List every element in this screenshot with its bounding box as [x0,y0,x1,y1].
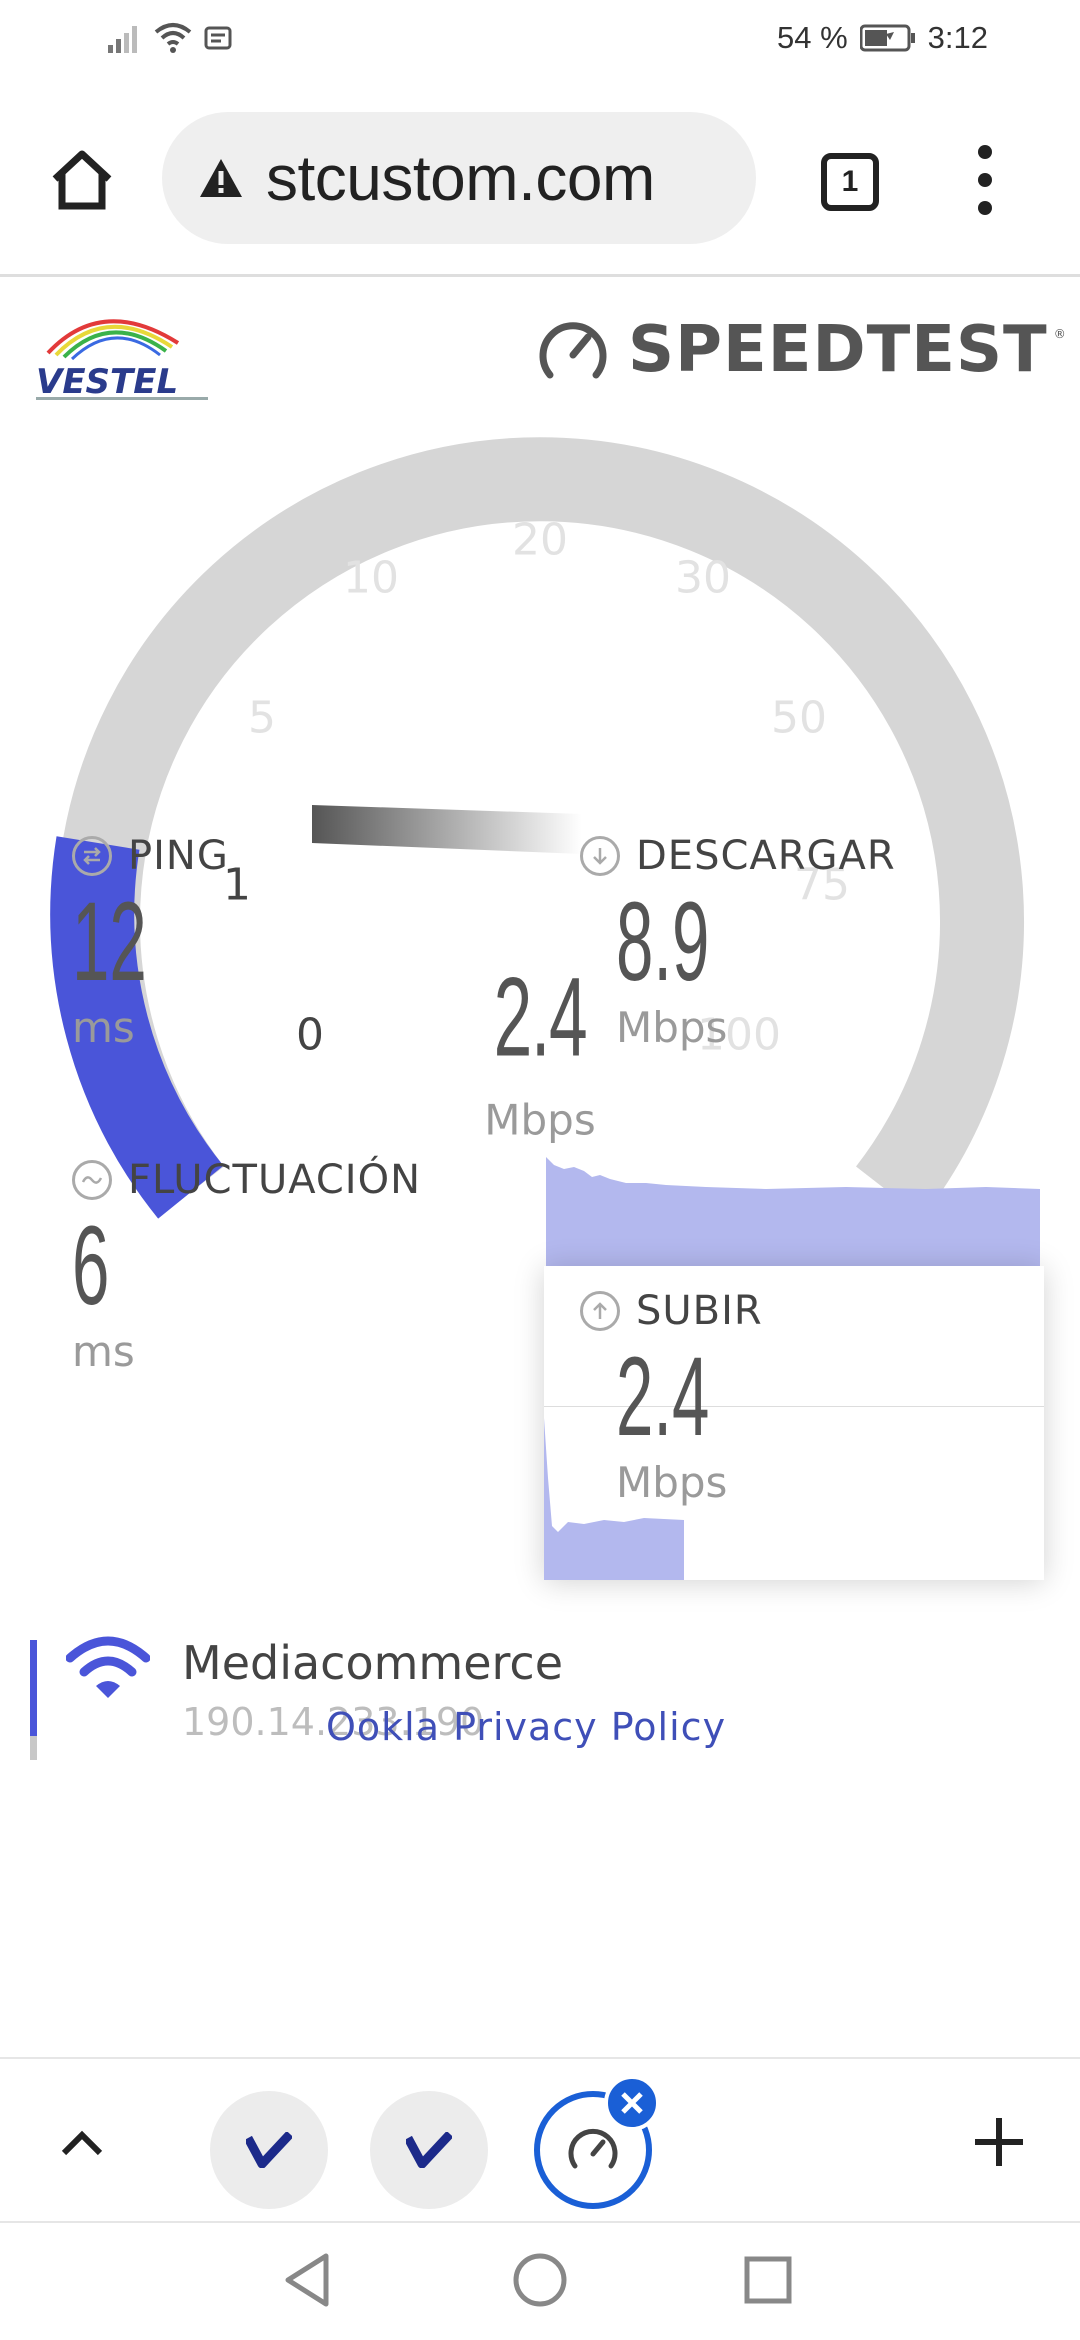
tab-thumbnail-vestel[interactable] [370,2091,488,2209]
jitter-unit: ms [72,1327,135,1376]
overflow-menu-button[interactable] [960,136,1010,224]
status-bar: 54 % 3:12 [0,0,1080,84]
upload-icon [580,1291,620,1331]
menu-dot [978,173,992,187]
registered-mark: ® [1053,327,1066,341]
menu-dot [978,145,992,159]
close-tab-button[interactable] [604,2075,660,2131]
upload-card: SUBIR 2.4 Mbps [544,1266,1044,1580]
privacy-policy-link[interactable]: Ookla Privacy Policy [326,1705,726,1749]
server-accent-bar [30,1640,37,1736]
vestel-favicon-icon [406,2132,452,2168]
address-bar[interactable]: stcustom.com [162,112,756,244]
jitter-icon [72,1160,112,1200]
status-right: 54 % 3:12 [777,20,988,56]
menu-dot [978,201,992,215]
server-bar-gray [30,1736,37,1760]
speedtest-logo: SPEEDTEST ® [536,313,1066,387]
battery-percent: 54 % [776,20,848,55]
speedtest-wordmark: SPEEDTEST [628,313,1048,387]
expand-tabs-button[interactable] [50,2111,114,2175]
ping-metric: PING 12 ms [72,833,229,1052]
gauge-tick-label: 5 [248,692,276,744]
download-title: DESCARGAR [636,833,896,879]
upload-value: 2.4 [616,1334,710,1459]
home-icon [52,150,112,210]
jitter-metric: FLUCTUACIÓN 6 ms [72,1157,421,1376]
system-navigation-bar [0,2223,1080,2340]
back-button[interactable] [272,2245,342,2315]
ping-title: PING [128,833,229,879]
recents-button[interactable] [733,2245,803,2315]
recents-square-icon [744,2256,792,2304]
upload-unit: Mbps [616,1458,728,1507]
download-unit: Mbps [616,1003,728,1052]
notification-icon [204,26,232,50]
chevron-up-icon [61,2130,103,2156]
browser-toolbar: stcustom.com 1 [0,84,1080,274]
gauge-tick-label: 10 [343,552,399,604]
gauge-unit: Mbps [484,1095,596,1145]
jitter-value: 6 [72,1203,110,1328]
close-icon [621,2092,643,2114]
tab-count: 1 [821,153,879,211]
ping-icon [72,836,112,876]
upload-metric: SUBIR 2.4 Mbps [580,1288,772,1507]
plus-icon [975,2118,1023,2166]
tab-strip [0,2057,1080,2223]
home-circle-icon [513,2253,567,2307]
ping-unit: ms [72,1003,135,1052]
download-value: 8.9 [616,879,710,1004]
signal-icon [108,26,137,53]
gauge-tick-label: 50 [771,692,827,744]
gauge-needle [312,805,582,854]
back-triangle-icon [285,2253,329,2307]
server-wifi-icon[interactable] [66,1632,150,1702]
server-name[interactable]: Mediacommerce [182,1636,563,1690]
battery-icon [859,24,915,52]
tab-thumbnail-vestel[interactable] [210,2091,328,2209]
jitter-title: FLUCTUACIÓN [128,1157,422,1203]
gauge-tick-label: 20 [512,514,568,566]
tab-switcher-button[interactable]: 1 [812,144,888,220]
download-icon [580,836,620,876]
gauge-tick-label: 30 [675,552,731,604]
speedometer-icon [568,2128,618,2169]
url-text[interactable]: stcustom.com [266,141,655,215]
ping-value: 12 [72,879,147,1004]
upload-title: SUBIR [636,1288,763,1334]
download-metric: DESCARGAR 8.9 Mbps [580,833,896,1052]
home-button[interactable] [38,136,126,224]
status-icons [108,22,232,54]
page-content: VESTEL SPEEDTEST ® 0 1 5 10 20 30 50 75 … [0,277,1080,2057]
clock: 3:12 [927,20,988,55]
speedometer-icon [539,322,607,379]
home-nav-button[interactable] [505,2245,575,2315]
new-tab-button[interactable] [964,2107,1034,2177]
wifi-icon [154,23,192,53]
vestel-favicon-icon [246,2132,292,2168]
gauge-tick-label: 0 [296,1009,324,1061]
warning-icon[interactable] [198,150,254,206]
